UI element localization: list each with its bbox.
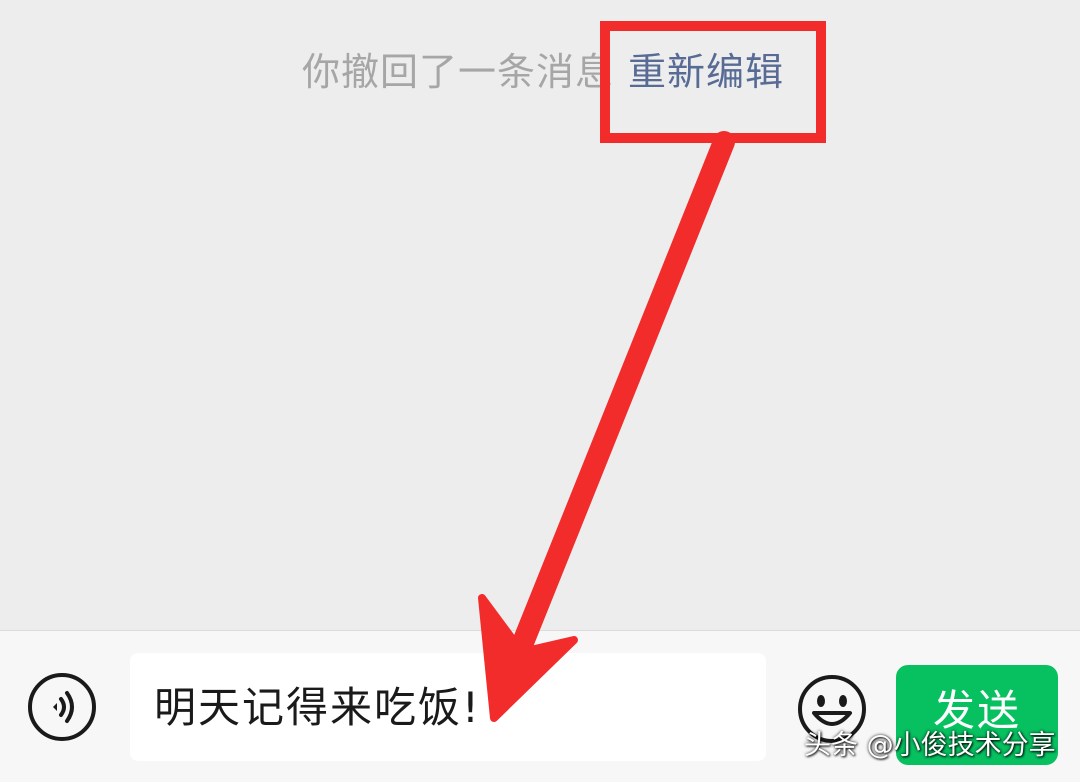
recall-notice-text: 你撤回了一条消息 [302, 50, 615, 94]
watermark: 头条 @小俊技术分享 [804, 730, 1056, 761]
recall-notice-row: 你撤回了一条消息 重新编辑 [0, 44, 1080, 104]
message-input-field[interactable]: 明天记得来吃饭! [130, 653, 766, 761]
chat-message-area: 你撤回了一条消息 重新编辑 [0, 0, 1080, 630]
voice-input-button[interactable] [28, 673, 96, 741]
annotation-highlight-box [600, 21, 826, 143]
message-input-text: 明天记得来吃饭! [154, 683, 481, 732]
voice-wave-icon [53, 691, 74, 723]
